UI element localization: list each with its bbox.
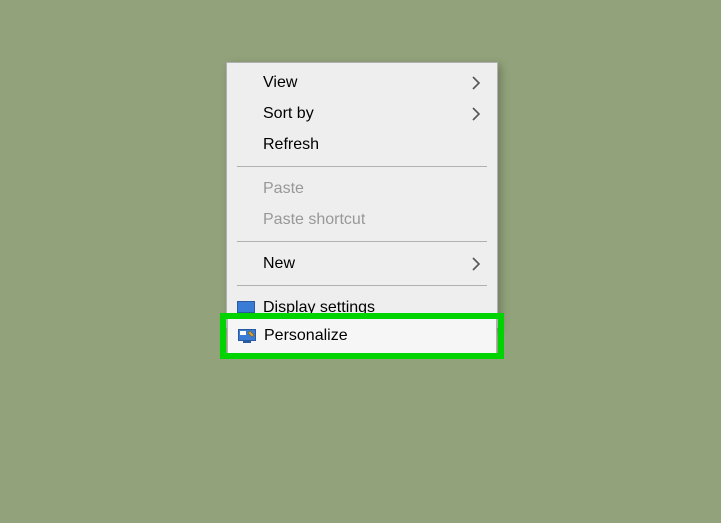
- display-settings-icon: [237, 301, 263, 315]
- menu-item-label: Paste: [263, 181, 469, 197]
- menu-item-label: Refresh: [263, 137, 469, 153]
- chevron-right-icon: [469, 76, 483, 90]
- menu-item-view[interactable]: View: [227, 67, 497, 98]
- menu-item-label: Personalize: [264, 327, 482, 345]
- desktop-context-menu: View Sort by Refresh Paste Paste shortcu…: [226, 62, 498, 328]
- menu-item-paste-shortcut: Paste shortcut: [227, 204, 497, 235]
- menu-separator: [237, 241, 487, 242]
- menu-item-label: Paste shortcut: [263, 212, 469, 228]
- menu-item-sort-by[interactable]: Sort by: [227, 98, 497, 129]
- menu-item-label: Sort by: [263, 106, 469, 122]
- menu-separator: [237, 285, 487, 286]
- menu-item-personalize[interactable]: Personalize: [227, 319, 497, 353]
- menu-item-label: Display settings: [263, 300, 469, 316]
- menu-item-refresh[interactable]: Refresh: [227, 129, 497, 160]
- chevron-right-icon: [469, 107, 483, 121]
- menu-separator: [237, 166, 487, 167]
- menu-item-new[interactable]: New: [227, 248, 497, 279]
- menu-item-paste: Paste: [227, 173, 497, 204]
- personalize-icon: [238, 329, 264, 343]
- menu-item-label: New: [263, 256, 469, 272]
- menu-item-label: View: [263, 75, 469, 91]
- chevron-right-icon: [469, 257, 483, 271]
